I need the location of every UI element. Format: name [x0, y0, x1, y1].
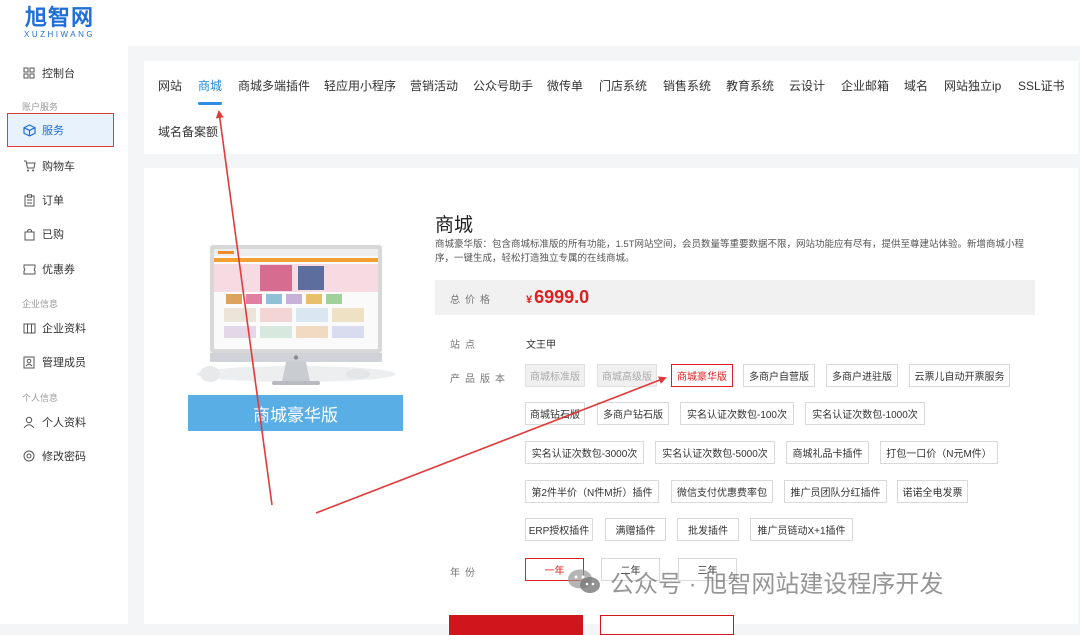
sidebar-item-label: 修改密码	[42, 451, 86, 463]
tab-dedicated-ip[interactable]: 网站独立ip	[944, 77, 1001, 94]
version-option[interactable]: 商城豪华版	[671, 364, 733, 387]
ticket-icon	[22, 262, 36, 276]
version-option[interactable]: 多商户自营版	[743, 364, 815, 387]
sidebar-item-dashboard[interactable]: 控制台	[0, 58, 128, 88]
sidebar-group-personal: 个人信息	[22, 393, 59, 403]
tab-domain[interactable]: 域名	[904, 77, 928, 94]
sidebar-item-label: 企业资料	[42, 323, 86, 335]
category-tabs-card	[144, 61, 1078, 154]
price-label: 总价格	[450, 295, 495, 306]
version-option[interactable]: 微信支付优惠费率包	[671, 480, 773, 503]
sidebar-item-cart[interactable]: 购物车	[0, 151, 128, 181]
tab-marketing[interactable]: 营销活动	[410, 77, 458, 94]
sidebar-group-enterprise: 企业信息	[22, 299, 59, 309]
version-option[interactable]: 打包一口价（N元M件）	[880, 441, 998, 464]
currency-symbol: ¥	[526, 294, 533, 306]
wechat-icon	[568, 569, 600, 593]
year-label: 年份	[450, 568, 480, 579]
version-option[interactable]: 批发插件	[677, 518, 739, 541]
product-description: 商城豪华版：包含商城标准版的所有功能，1.5T网站空间，会员数量等重要数据不限，…	[435, 239, 1025, 264]
version-option[interactable]: 商城钻石版	[525, 402, 585, 425]
tab-cloud-design[interactable]: 云设计	[789, 77, 825, 94]
site-value: 文王甲	[526, 340, 556, 351]
tab-domain-filing[interactable]: 域名备案额	[158, 123, 218, 140]
bag-icon	[22, 227, 36, 241]
top-bar: 旭智网 XUZHIWANG	[0, 0, 1080, 46]
version-option[interactable]: 诺诺全电发票	[897, 480, 968, 503]
sidebar-item-label: 购物车	[42, 161, 75, 173]
tab-website[interactable]: 网站	[158, 77, 182, 94]
version-option[interactable]: 推广员团队分红插件	[784, 480, 887, 503]
settings-icon	[22, 449, 36, 463]
buy-button[interactable]	[449, 615, 583, 635]
version-option[interactable]: 云票儿自动开票服务	[909, 364, 1010, 387]
active-tab-indicator	[198, 102, 222, 105]
sidebar-item-label: 优惠券	[42, 264, 75, 276]
sidebar-item-label: 管理成员	[42, 357, 86, 369]
price-box	[435, 280, 1035, 315]
tab-enterprise-mail[interactable]: 企业邮箱	[841, 77, 889, 94]
version-option[interactable]: 实名认证次数包-1000次	[805, 402, 925, 425]
tab-ssl[interactable]: SSL证书	[1018, 77, 1065, 94]
version-label: 产品版本	[450, 374, 510, 385]
version-option[interactable]: 第2件半价（N件M折）插件	[525, 480, 659, 503]
product-title: 商城	[435, 215, 474, 236]
tab-wechat-assistant[interactable]: 公众号助手	[473, 77, 533, 94]
tab-mini-program[interactable]: 轻应用小程序	[324, 77, 396, 94]
price-amount: 6999.0	[534, 287, 590, 307]
tab-mall[interactable]: 商城	[198, 77, 222, 94]
version-option[interactable]: 多商户进驻版	[826, 364, 898, 387]
sidebar-group-account: 账户服务	[22, 102, 59, 112]
members-icon	[22, 355, 36, 369]
cube-icon	[22, 123, 36, 137]
logo[interactable]: 旭智网 XUZHIWANG	[24, 6, 95, 40]
tab-education-system[interactable]: 教育系统	[726, 77, 774, 94]
version-option[interactable]: 商城高级版	[597, 364, 657, 387]
sidebar-item-profile[interactable]: 个人资料	[0, 407, 128, 437]
watermark: 公众号 · 旭智网站建设程序开发	[566, 564, 943, 599]
sidebar-item-label: 个人资料	[42, 417, 86, 429]
sidebar-item-label: 订单	[42, 195, 64, 207]
cart-icon	[22, 159, 36, 173]
sidebar-item-orders[interactable]: 订单	[0, 185, 128, 215]
product-banner: 商城豪华版	[188, 395, 403, 431]
clipboard-icon	[22, 193, 36, 207]
sidebar-item-purchased[interactable]: 已购	[0, 219, 128, 249]
version-option[interactable]: 实名认证次数包-3000次	[525, 441, 644, 464]
site-label: 站点	[450, 340, 480, 351]
version-option[interactable]: 多商户钻石版	[597, 402, 669, 425]
tab-sales-system[interactable]: 销售系统	[663, 77, 711, 94]
version-option[interactable]: 商城标准版	[525, 364, 585, 387]
logo-text: 旭智网	[25, 5, 95, 30]
watermark-text: 公众号 · 旭智网站建设程序开发	[610, 571, 944, 598]
sidebar-item-label: 已购	[42, 229, 64, 241]
sidebar-item-members[interactable]: 管理成员	[0, 347, 128, 377]
sidebar-item-coupons[interactable]: 优惠券	[0, 254, 128, 284]
sidebar-item-label: 服务	[42, 125, 64, 137]
sidebar-item-label: 控制台	[42, 68, 75, 80]
building-icon	[22, 321, 36, 335]
logo-subtext: XUZHIWANG	[24, 30, 96, 39]
sidebar-item-services[interactable]: 服务	[7, 113, 114, 147]
version-option[interactable]: 推广员链动X+1插件	[750, 518, 853, 541]
version-option[interactable]: ERP授权插件	[525, 518, 593, 541]
sidebar: 控制台 账户服务 服务 购物车 订单 已购 优惠券 企业信息 企业资料 管理成员…	[0, 46, 128, 624]
tab-store-system[interactable]: 门店系统	[599, 77, 647, 94]
add-to-cart-button[interactable]	[600, 615, 734, 635]
user-icon	[22, 415, 36, 429]
version-option[interactable]: 满赠插件	[605, 518, 666, 541]
tab-flyer[interactable]: 微传单	[547, 77, 583, 94]
price-value: ¥6999.0	[526, 287, 589, 308]
sidebar-item-company-info[interactable]: 企业资料	[0, 313, 128, 343]
version-option[interactable]: 实名认证次数包-100次	[680, 402, 794, 425]
version-option[interactable]: 商城礼品卡插件	[786, 441, 869, 464]
version-option[interactable]: 实名认证次数包-5000次	[655, 441, 775, 464]
grid-icon	[22, 66, 36, 80]
sidebar-item-password[interactable]: 修改密码	[0, 441, 128, 471]
tab-mall-multi-plugin[interactable]: 商城多端插件	[238, 77, 310, 94]
